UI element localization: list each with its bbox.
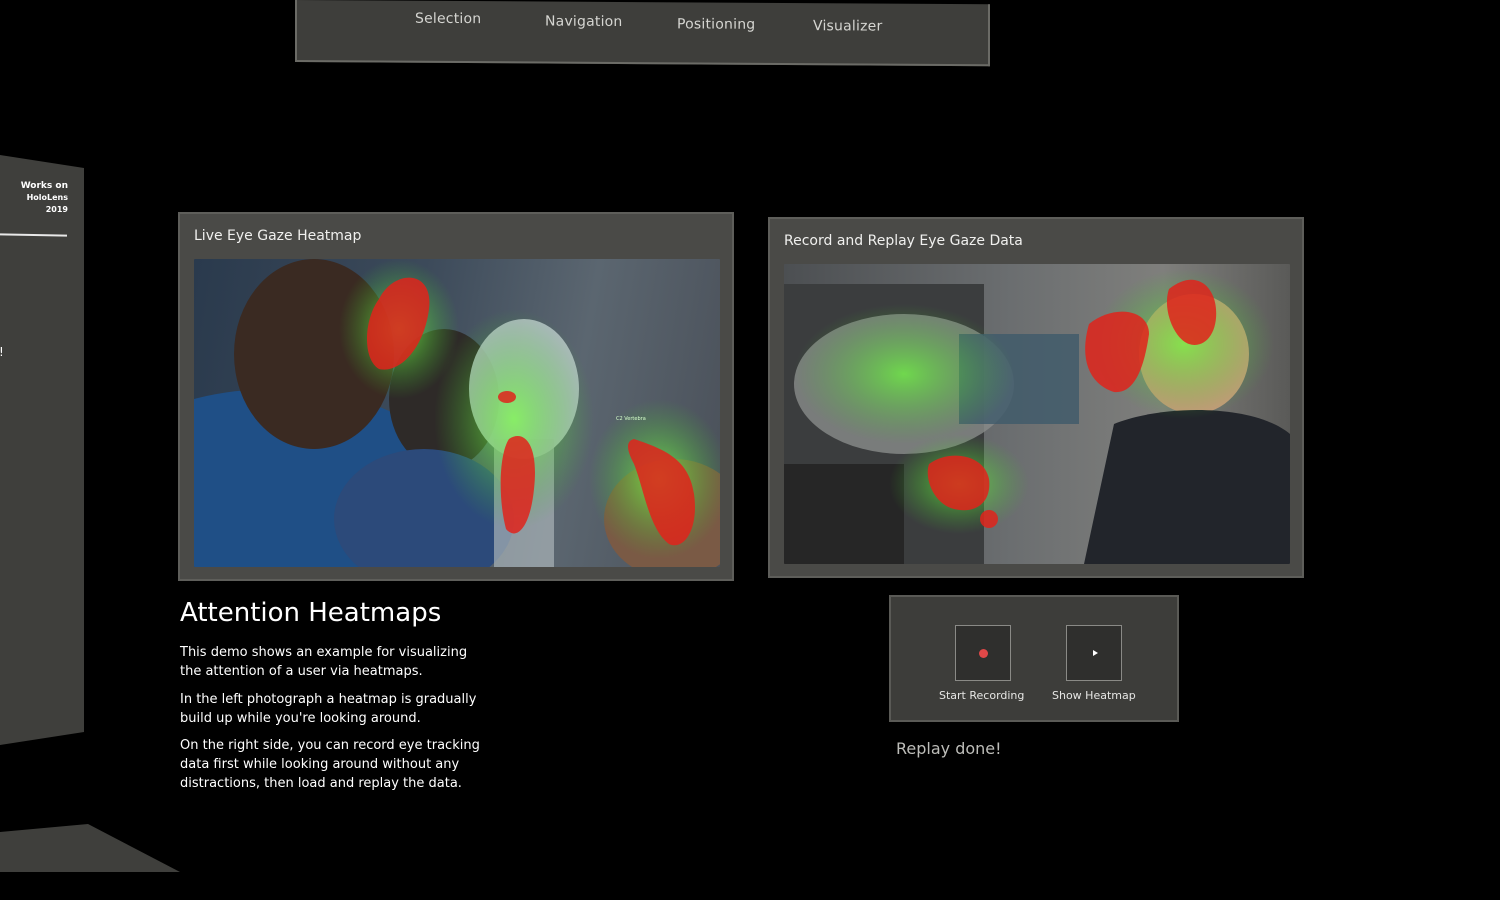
tab-positioning[interactable]: Positioning bbox=[677, 16, 755, 32]
start-recording-label: Start Recording bbox=[939, 689, 1025, 702]
live-heatmap-card: Live Eye Gaze Heatmap C2 Vertebra bbox=[178, 212, 734, 581]
status-text: Replay done! bbox=[896, 739, 1002, 758]
photo-overlay-label: C2 Vertebra bbox=[616, 416, 646, 422]
record-dot-icon bbox=[979, 649, 988, 658]
replay-heatmap-card: Record and Replay Eye Gaze Data bbox=[768, 217, 1304, 578]
divider bbox=[0, 233, 68, 237]
replay-photo-illustration bbox=[784, 269, 1290, 564]
play-icon bbox=[1093, 650, 1098, 656]
show-heatmap-button[interactable] bbox=[1066, 625, 1122, 681]
page-heading: Attention Heatmaps bbox=[180, 598, 442, 628]
live-heatmap-photo[interactable]: C2 Vertebra bbox=[194, 259, 720, 567]
description-paragraph-3: On the right side, you can record eye tr… bbox=[180, 738, 480, 791]
works-on-badge: Works on HoloLens 2019 bbox=[4, 180, 68, 216]
description-paragraph-2: In the left photograph a heatmap is grad… bbox=[180, 692, 477, 726]
tab-selection[interactable]: Selection bbox=[415, 11, 481, 27]
works-on-line1: Works on bbox=[20, 181, 68, 191]
tab-navigation[interactable]: Navigation bbox=[545, 14, 623, 30]
works-on-line2: HoloLens 2019 bbox=[26, 193, 68, 214]
show-heatmap-label: Show Heatmap bbox=[1052, 689, 1136, 702]
replay-heatmap-photo[interactable] bbox=[784, 264, 1290, 564]
floor-plate bbox=[0, 824, 180, 872]
side-info-panel: Works on HoloLens 2019 ! bbox=[0, 155, 84, 745]
replay-heatmap-title: Record and Replay Eye Gaze Data bbox=[784, 233, 1023, 249]
live-photo-illustration bbox=[194, 259, 720, 567]
live-heatmap-title: Live Eye Gaze Heatmap bbox=[194, 228, 362, 244]
tab-visualizer[interactable]: Visualizer bbox=[813, 18, 882, 34]
start-recording-button[interactable] bbox=[955, 625, 1011, 681]
panel-partial-text: ! bbox=[0, 345, 4, 359]
description-paragraph-1: This demo shows an example for visualizi… bbox=[180, 645, 468, 679]
top-menu-bar: Selection Navigation Positioning Visuali… bbox=[295, 0, 990, 67]
replay-control-panel: Start Recording Show Heatmap bbox=[889, 595, 1179, 722]
